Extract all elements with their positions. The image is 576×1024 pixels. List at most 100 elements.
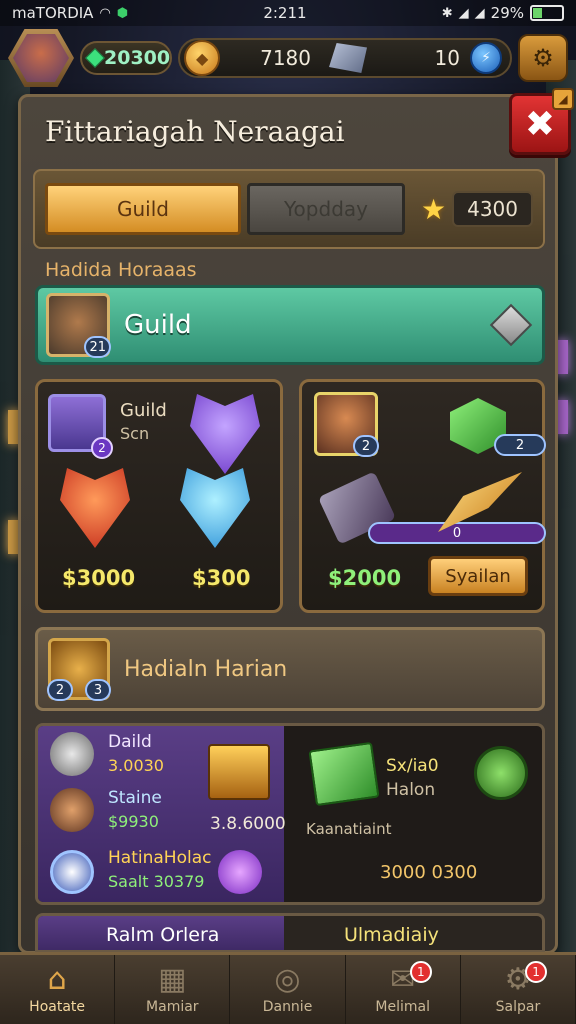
daily-badge-b: 3 [85,679,111,701]
currency-bar: ◆ 7180 10 ⚡ [178,38,512,78]
red-shield-icon [60,468,130,548]
daily-reward-banner[interactable]: 2 3 Hadialn Harian [35,627,545,711]
card-left-title: Guild [120,400,167,421]
battery-icon [530,5,564,21]
settings-gear-button[interactable]: ⚙ [518,34,568,82]
guild-level-badge: 21 [84,336,111,358]
right-label: Kaanatiaint [306,820,392,838]
purple-crystal-icon [190,394,260,474]
right-title: Sx/ia0 [386,756,439,776]
daily-gear-icon: 2 3 [47,638,111,701]
leaf-emblem-icon [474,746,528,800]
card-right-price: $2000 [328,566,402,590]
player-avatar[interactable] [8,29,74,87]
bluetooth-icon: ✱ [441,5,453,21]
nav-label: Hoatate [29,998,86,1015]
star-value: 4300 [452,191,533,227]
notification-badge: 1 [525,961,548,983]
guild-portrait: 21 [46,293,111,358]
bottom-navigation: ⌂ Hoatate ▦ Mamiar ◎ Dannie ✉ Melimal 1 … [0,952,576,1024]
expand-diamond-icon[interactable] [489,303,533,347]
purple-orb-icon [218,850,262,894]
battery-percent: 29% [490,4,524,22]
right-subtitle: Halon [386,780,436,800]
nav-label: Salpar [495,998,541,1015]
scroll-badge: 0 [368,522,546,544]
list-row-title: Staine [108,788,162,808]
cube-badge: 2 [494,434,546,456]
item-badge: 2 [91,437,113,459]
chest-item-icon: 2 [48,394,113,459]
ghost-icon [50,850,94,894]
section-heading: Hadida Horaaas [45,259,197,281]
chest-value: 3.8.6000 [210,814,286,834]
gold-value: 7180 [260,46,312,70]
hero-portrait-icon: 2 [314,392,379,457]
status-bar: maTORDIA ◠ ⬢ 2:211 ✱ ◢ ◢ 29% [0,0,576,26]
star-icon: ★ [421,192,447,226]
shop-dialog: Fittariagah Neraagai ✖ ◢ Guild Yopdday ★… [18,88,574,954]
star-counter: ★ 4300 [421,189,533,229]
list-row-value: Saalt 30379 [108,872,205,891]
nav-label: Mamiar [146,998,199,1015]
nav-map[interactable]: ▦ Mamiar [115,955,231,1024]
reward-list-left: Daild 3.0030 Staine $9930 3.8.6000 Hatin… [38,726,286,902]
list-row-title: Daild [108,732,152,752]
close-icon: ✖ [524,103,556,145]
reward-list: Daild 3.0030 Staine $9930 3.8.6000 Hatin… [35,723,545,905]
close-button[interactable]: ✖ ◢ [509,88,574,155]
ore-icon [329,43,368,73]
wifi-icon: ◠ [99,5,111,21]
reward-row-partial[interactable]: Ralm Orlera Ulmadiaiy [35,913,545,953]
add-currency-button[interactable]: ⚡ [470,42,502,74]
green-scroll-icon [308,741,380,807]
hero-face-icon [50,788,94,832]
daily-badge-a: 2 [47,679,73,701]
compass-icon: ◎ [274,961,301,997]
partial-row-left-label: Ralm Orlera [106,924,220,946]
resource-bar: 20300 ◆ 7180 10 ⚡ ⚙ [0,26,576,90]
gold-coin-icon: ◆ [184,40,221,76]
tab-daily[interactable]: Yopdday [247,183,405,235]
ore-value: 10 [434,46,460,70]
treasure-chest-icon [208,744,270,800]
list-row-title: HatinaHolac [108,848,212,868]
gem-value: 20300 [104,47,171,69]
nav-mail[interactable]: ✉ Melimal 1 [346,955,461,1024]
dialog-title: Fittariagah Neraagai [45,115,345,148]
gem-counter[interactable]: 20300 [80,41,173,75]
tab-guild[interactable]: Guild [45,183,241,235]
nav-label: Melimal [375,998,430,1015]
card-left-subtitle: Scn [120,424,150,443]
guild-banner-label: Guild [124,310,192,340]
skull-icon [50,732,94,776]
offer-card-right[interactable]: 2 2 0 $2000 Syailan [299,379,546,613]
map-icon: ▦ [158,961,187,997]
gem-icon [85,48,105,68]
signal-icon: ◢ [458,5,469,21]
partial-row-right-label: Ulmadiaiy [344,924,439,946]
offer-card-left[interactable]: 2 Guild Scn $3000 $300 [35,379,283,613]
nav-label: Dannie [262,998,313,1015]
list-row-value: $9930 [108,812,159,831]
price-right: $300 [192,566,251,590]
signal-icon-2: ◢ [474,5,485,21]
nav-home[interactable]: ⌂ Hoatate [0,955,116,1024]
daily-reward-label: Hadialn Harian [124,656,288,682]
shield-status-icon: ⬢ [116,5,129,21]
guild-banner[interactable]: 21 Guild [35,285,545,365]
home-icon: ⌂ [47,961,67,997]
list-row-value: 3.0030 [108,756,164,775]
buy-button[interactable]: Syailan [428,556,528,596]
clock: 2:211 [263,4,307,22]
right-value: 3000 0300 [380,862,478,883]
blue-shield-icon [180,468,250,548]
tab-strip: Guild Yopdday ★ 4300 [33,169,545,249]
partial-row-left: Ralm Orlera [38,916,284,950]
hero-badge: 2 [353,435,379,457]
corner-badge-icon: ◢ [552,88,574,110]
carrier-name: maTORDIA [12,4,94,22]
nav-settings[interactable]: ⚙ Salpar 1 [461,955,576,1024]
price-left: $3000 [62,566,136,590]
nav-compass[interactable]: ◎ Dannie [230,955,346,1024]
